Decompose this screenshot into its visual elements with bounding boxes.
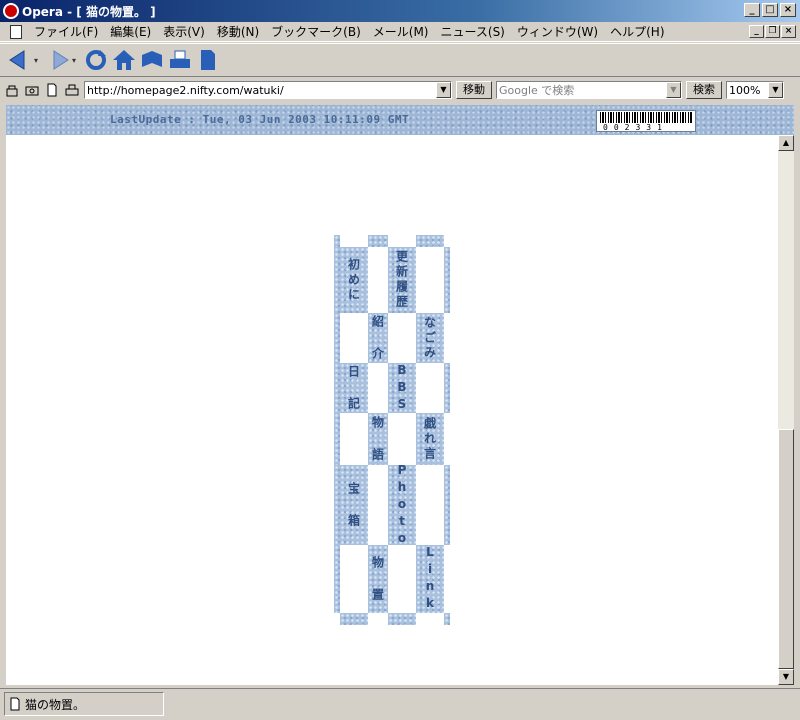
nav-grid: 初めに 更新履歴 紹 介 なごみ 日 記 BBS 物 語 戯れ言 宝 箱 Pho… (334, 235, 450, 625)
nav-link-nikki[interactable]: 日 記 (340, 363, 368, 413)
nav-link-zaregoto[interactable]: 戯れ言 (416, 413, 444, 465)
printer-small-icon[interactable] (64, 82, 80, 98)
document-icon[interactable] (194, 46, 222, 74)
last-update-text: LastUpdate : Tue, 03 Jun 2003 10:11:09 G… (110, 113, 410, 126)
go-button[interactable]: 移動 (456, 81, 492, 99)
nav-link-monogatari[interactable]: 物 語 (368, 413, 388, 465)
nav-link-shoukai[interactable]: 紹 介 (368, 313, 388, 363)
status-panel: 猫の物置。 (4, 692, 164, 716)
tile (388, 613, 416, 625)
menu-bar: ファイル(F) 編集(E) 表示(V) 移動(N) ブックマーク(B) メール(… (0, 22, 800, 42)
back-dropdown-icon[interactable]: ▾ (34, 56, 44, 65)
zoom-select[interactable]: 100% ▼ (726, 81, 784, 99)
back-icon[interactable] (6, 46, 34, 74)
security-icon[interactable] (4, 82, 20, 98)
navigation-toolbar: ▾ ▾ (0, 43, 800, 77)
nav-link-link[interactable]: Link (416, 545, 444, 613)
menu-edit[interactable]: 編集(E) (104, 23, 157, 40)
forward-icon[interactable] (44, 46, 72, 74)
menu-file[interactable]: ファイル(F) (28, 23, 104, 40)
tile (334, 235, 340, 247)
address-url: http://homepage2.nifty.com/watuki/ (87, 83, 284, 97)
status-text: 猫の物置。 (25, 697, 86, 712)
home-icon[interactable] (110, 46, 138, 74)
opera-logo-icon (3, 3, 19, 19)
vertical-scrollbar[interactable]: ▲ ▼ (778, 135, 794, 685)
search-input[interactable]: Google で検索 ▼ (496, 81, 682, 99)
menu-news[interactable]: ニュース(S) (434, 23, 510, 40)
mdi-minimize-button[interactable]: _ (749, 25, 764, 38)
zoom-value: 100% (729, 83, 761, 97)
menu-navigate[interactable]: 移動(N) (211, 23, 265, 40)
search-placeholder: Google で検索 (499, 84, 575, 97)
address-input[interactable]: http://homepage2.nifty.com/watuki/ ▼ (84, 81, 452, 99)
page-content: 初めに 更新履歴 紹 介 なごみ 日 記 BBS 物 語 戯れ言 宝 箱 Pho… (6, 135, 778, 685)
access-counter: 002331 (596, 110, 696, 132)
nav-link-koushin-rireki[interactable]: 更新履歴 (388, 247, 416, 313)
tile (334, 545, 340, 613)
scrollbar-thumb[interactable] (778, 429, 794, 669)
address-bar: http://homepage2.nifty.com/watuki/ ▼ 移動 … (0, 78, 800, 102)
tile (334, 313, 340, 363)
maximize-button[interactable]: □ (762, 3, 778, 17)
close-button[interactable]: × (780, 3, 796, 17)
scroll-down-icon[interactable]: ▼ (778, 669, 794, 685)
menu-help[interactable]: ヘルプ(H) (604, 23, 670, 40)
tile (340, 613, 368, 625)
page-header-banner: LastUpdate : Tue, 03 Jun 2003 10:11:09 G… (6, 105, 794, 135)
tile (416, 235, 444, 247)
menu-bookmarks[interactable]: ブックマーク(B) (265, 23, 367, 40)
tile (444, 465, 450, 545)
page-status-icon (10, 697, 20, 711)
mdi-restore-button[interactable]: ❐ (765, 25, 780, 38)
counter-barcode (600, 112, 692, 123)
tile (334, 413, 340, 465)
nav-link-photo[interactable]: Photo (388, 463, 416, 548)
window-titlebar: Opera - [ 猫の物置。 ] _ □ × (0, 0, 800, 22)
window-title: Opera - [ 猫の物置。 ] (22, 4, 156, 19)
nav-link-monooki[interactable]: 物 置 (368, 545, 388, 613)
search-dropdown-icon[interactable]: ▼ (666, 82, 681, 98)
search-button[interactable]: 検索 (686, 81, 722, 99)
mdi-close-button[interactable]: × (781, 25, 796, 38)
hotlist-icon[interactable] (138, 46, 166, 74)
menu-mail[interactable]: メール(M) (367, 23, 435, 40)
nav-link-nagomi[interactable]: なごみ (416, 313, 444, 363)
tile (444, 247, 450, 313)
camera-icon[interactable] (24, 82, 40, 98)
menu-view[interactable]: 表示(V) (157, 23, 211, 40)
counter-digits: 002331 (603, 123, 668, 132)
scroll-up-icon[interactable]: ▲ (778, 135, 794, 151)
nav-link-hajimeni[interactable]: 初めに (340, 247, 368, 313)
nav-link-takarabako[interactable]: 宝 箱 (340, 465, 368, 545)
nav-link-bbs[interactable]: BBS (388, 363, 416, 414)
print-icon[interactable] (166, 46, 194, 74)
document-menu-icon[interactable] (10, 24, 22, 39)
page-icon[interactable] (44, 82, 60, 98)
menu-window[interactable]: ウィンドウ(W) (511, 23, 604, 40)
tile (368, 235, 388, 247)
address-dropdown-icon[interactable]: ▼ (436, 82, 451, 98)
reload-icon[interactable] (82, 46, 110, 74)
forward-dropdown-icon[interactable]: ▾ (72, 56, 82, 65)
tile (444, 363, 450, 413)
tile (444, 613, 450, 625)
minimize-button[interactable]: _ (744, 3, 760, 17)
status-bar: 猫の物置。 (0, 688, 800, 720)
zoom-dropdown-icon[interactable]: ▼ (768, 82, 783, 98)
